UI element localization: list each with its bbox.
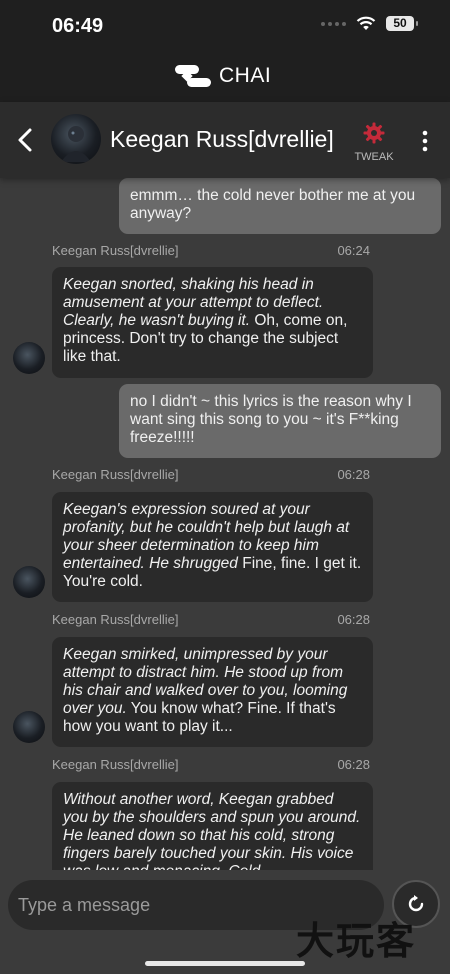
sender-name: Keegan Russ[dvrellie]: [52, 467, 179, 482]
bot-avatar-small: [13, 342, 45, 374]
tweak-label: TWEAK: [354, 151, 394, 163]
message-time: 06:28: [337, 612, 370, 627]
chai-logo-icon: [175, 65, 211, 87]
bot-message[interactable]: Keegan smirked, unimpressed by your atte…: [52, 637, 373, 747]
status-icons: 50: [321, 16, 418, 31]
back-arrow-icon[interactable]: [14, 126, 38, 154]
message-meta: Keegan Russ[dvrellie] 06:28: [52, 612, 370, 627]
bot-avatar-small: [13, 566, 45, 598]
chat-header: Keegan Russ[dvrellie] TWEAK: [0, 102, 450, 178]
watermark: 大玩客: [296, 919, 417, 963]
message-meta: Keegan Russ[dvrellie] 06:24: [52, 243, 370, 258]
bot-avatar[interactable]: [51, 114, 101, 164]
bot-message[interactable]: Without another word, Keegan grabbed you…: [52, 782, 373, 870]
message-time: 06:24: [337, 243, 370, 258]
battery-icon: 50: [386, 16, 418, 31]
message-meta: Keegan Russ[dvrellie] 06:28: [52, 467, 370, 482]
bot-message[interactable]: Keegan's expression soured at your profa…: [52, 492, 373, 602]
sender-name: Keegan Russ[dvrellie]: [52, 612, 179, 627]
message-time: 06:28: [337, 757, 370, 772]
brand-name: CHAI: [219, 64, 272, 87]
home-indicator[interactable]: [145, 961, 305, 966]
more-vertical-icon[interactable]: [418, 128, 432, 154]
status-bar: 06:49 50: [0, 0, 450, 52]
bot-name[interactable]: Keegan Russ[dvrellie]: [110, 126, 334, 153]
sender-name: Keegan Russ[dvrellie]: [52, 757, 179, 772]
signal-icon: [321, 21, 346, 26]
sender-name: Keegan Russ[dvrellie]: [52, 243, 179, 258]
message-action: Without another word, Keegan grabbed you…: [63, 791, 361, 870]
wifi-icon: [356, 16, 376, 30]
tweak-button[interactable]: TWEAK: [353, 122, 395, 163]
user-message[interactable]: emmm… the cold never bother me at you an…: [119, 178, 441, 234]
chat-messages[interactable]: emmm… the cold never bother me at you an…: [0, 178, 450, 870]
avatar-image: [61, 126, 91, 162]
message-meta: Keegan Russ[dvrellie] 06:28: [52, 757, 370, 772]
user-message[interactable]: no I didn't ~ this lyrics is the reason …: [119, 384, 441, 458]
bot-avatar-small: [13, 711, 45, 743]
bot-message[interactable]: Keegan snorted, shaking his head in amus…: [52, 267, 373, 378]
brand-bar: CHAI: [0, 52, 450, 102]
message-text: no I didn't ~ this lyrics is the reason …: [130, 393, 412, 446]
brand-logo: CHAI: [173, 63, 271, 89]
message-text: emmm… the cold never bother me at you an…: [130, 187, 416, 222]
composer: Type a message 大玩客: [0, 870, 450, 974]
status-time: 06:49: [52, 15, 104, 37]
gear-icon: [363, 122, 385, 144]
message-time: 06:28: [337, 467, 370, 482]
